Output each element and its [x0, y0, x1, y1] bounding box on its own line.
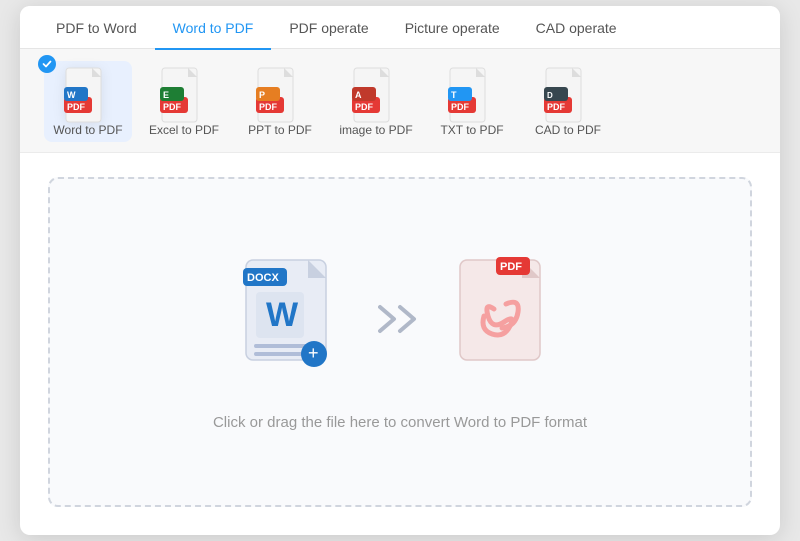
svg-text:D: D: [547, 91, 553, 100]
conv-excel-to-pdf-label: Excel to PDF: [149, 123, 219, 137]
conversion-bar: PDF W Word to PDF PDF E Excel to PDF: [20, 49, 780, 153]
drop-instruction: Click or drag the file here to convert W…: [213, 414, 587, 431]
drop-illustration: DOCX W +: [238, 254, 562, 384]
svg-text:PDF: PDF: [355, 102, 374, 112]
conv-txt-to-pdf-label: TXT to PDF: [440, 123, 503, 137]
docx-illustration: DOCX W +: [238, 254, 348, 384]
svg-text:A: A: [355, 90, 362, 100]
svg-text:PDF: PDF: [547, 102, 566, 112]
svg-text:PDF: PDF: [500, 261, 522, 273]
active-check-badge: [38, 55, 56, 73]
ppt-to-pdf-icon: PDF P: [256, 67, 304, 123]
svg-text:PDF: PDF: [259, 102, 278, 112]
pdf-illustration: PDF: [452, 254, 562, 384]
conv-word-to-pdf-label: Word to PDF: [53, 123, 122, 137]
svg-text:PDF: PDF: [163, 102, 182, 112]
excel-to-pdf-icon: PDF E: [160, 67, 208, 123]
drop-area[interactable]: DOCX W +: [48, 177, 752, 507]
convert-arrow: [378, 299, 422, 339]
tab-cad-operate[interactable]: CAD operate: [518, 6, 635, 50]
svg-text:W: W: [67, 90, 76, 100]
svg-text:PDF: PDF: [451, 102, 470, 112]
conv-ppt-to-pdf-label: PPT to PDF: [248, 123, 312, 137]
conv-word-to-pdf[interactable]: PDF W Word to PDF: [44, 61, 132, 142]
conv-excel-to-pdf[interactable]: PDF E Excel to PDF: [140, 61, 228, 142]
conv-image-to-pdf[interactable]: PDF A image to PDF: [332, 61, 420, 142]
svg-text:E: E: [163, 90, 169, 100]
tab-pdf-to-word[interactable]: PDF to Word: [38, 6, 155, 50]
conv-ppt-to-pdf[interactable]: PDF P PPT to PDF: [236, 61, 324, 142]
conv-cad-to-pdf[interactable]: PDF D CAD to PDF: [524, 61, 612, 142]
conv-image-to-pdf-label: image to PDF: [339, 123, 412, 137]
image-to-pdf-icon: PDF A: [352, 67, 400, 123]
txt-to-pdf-icon: PDF T: [448, 67, 496, 123]
word-to-pdf-icon: PDF W: [64, 67, 112, 123]
svg-text:W: W: [266, 296, 299, 334]
tab-word-to-pdf[interactable]: Word to PDF: [155, 6, 272, 50]
svg-text:P: P: [259, 90, 265, 100]
svg-text:PDF: PDF: [67, 102, 86, 112]
tab-picture-operate[interactable]: Picture operate: [387, 6, 518, 50]
tab-bar: PDF to Word Word to PDF PDF operate Pict…: [20, 6, 780, 50]
tab-pdf-operate[interactable]: PDF operate: [271, 6, 386, 50]
cad-to-pdf-icon: PDF D: [544, 67, 592, 123]
svg-text:T: T: [451, 90, 457, 100]
svg-text:DOCX: DOCX: [247, 272, 279, 284]
app-window: PDF to Word Word to PDF PDF operate Pict…: [20, 6, 780, 536]
svg-text:+: +: [308, 343, 319, 363]
conv-txt-to-pdf[interactable]: PDF T TXT to PDF: [428, 61, 516, 142]
conv-cad-to-pdf-label: CAD to PDF: [535, 123, 601, 137]
